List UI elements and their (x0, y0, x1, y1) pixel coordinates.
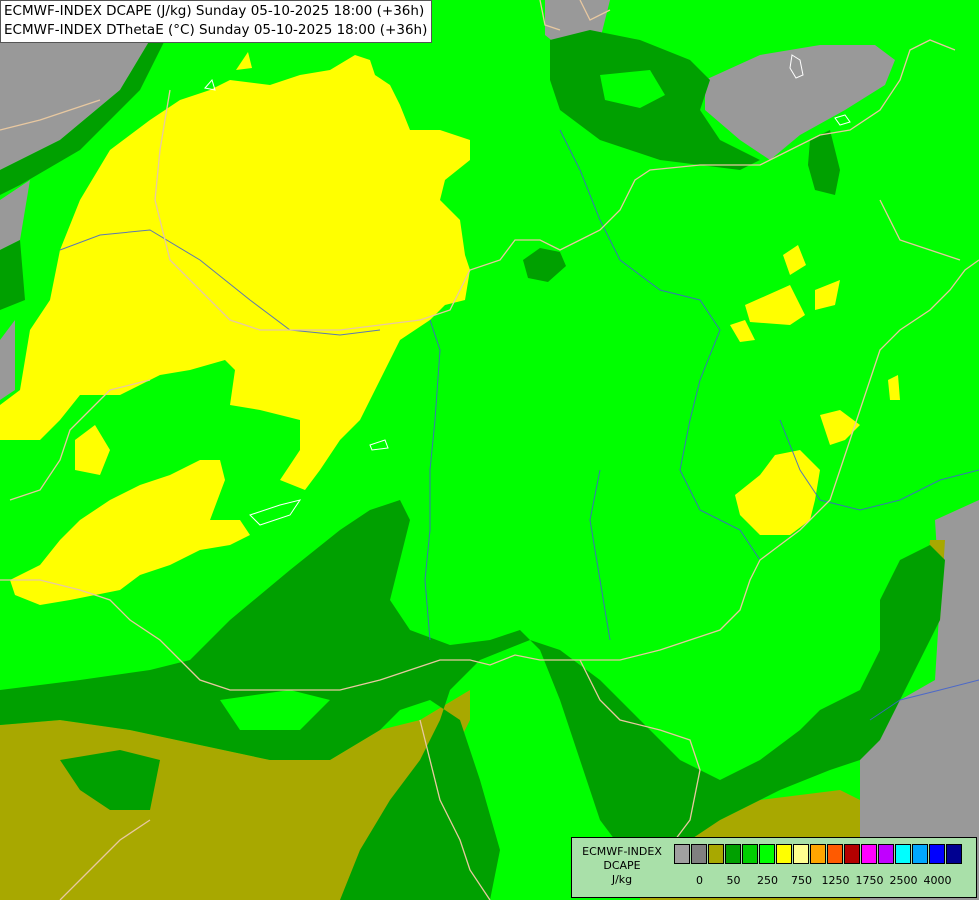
legend-swatch (844, 844, 860, 864)
legend-swatch (929, 844, 945, 864)
title-line-dthetae: ECMWF-INDEX DThetaE (°C) Sunday 05-10-20… (4, 22, 428, 38)
legend-tick-label: 50 (726, 874, 741, 887)
legend-swatch (895, 844, 911, 864)
legend-swatch (810, 844, 826, 864)
legend-tick-label: 0 (696, 874, 703, 887)
legend-tick-label: 1250 (821, 874, 850, 887)
legend-swatch (776, 844, 792, 864)
legend-tick-label: 4000 (923, 874, 952, 887)
legend-swatch (946, 844, 962, 864)
legend-tick-label: 750 (791, 874, 812, 887)
legend-title-unit: J/kg (611, 873, 633, 886)
color-legend: ECMWF-INDEX DCAPE J/kg 0 50 250 750 1250 1750… (571, 837, 977, 898)
legend-swatch (725, 844, 741, 864)
legend-swatch (674, 844, 690, 864)
title-line-dcape: ECMWF-INDEX DCAPE (J/kg) Sunday 05-10-20… (4, 3, 425, 19)
legend-swatch (861, 844, 877, 864)
dcape-map (0, 0, 979, 900)
legend-tick-label: 250 (757, 874, 778, 887)
legend-swatch (742, 844, 758, 864)
legend-title-model: ECMWF-INDEX (582, 845, 662, 858)
legend-swatch (691, 844, 707, 864)
legend-swatch (827, 844, 843, 864)
legend-swatch (878, 844, 894, 864)
legend-title: ECMWF-INDEX DCAPE J/kg (574, 845, 670, 887)
legend-tick-label: 2500 (889, 874, 918, 887)
legend-swatch (793, 844, 809, 864)
legend-swatch (759, 844, 775, 864)
legend-swatch (912, 844, 928, 864)
legend-tick-label: 1750 (855, 874, 884, 887)
legend-swatch (708, 844, 724, 864)
legend-title-param: DCAPE (603, 859, 641, 872)
map-title-box: ECMWF-INDEX DCAPE (J/kg) Sunday 05-10-20… (0, 0, 433, 43)
